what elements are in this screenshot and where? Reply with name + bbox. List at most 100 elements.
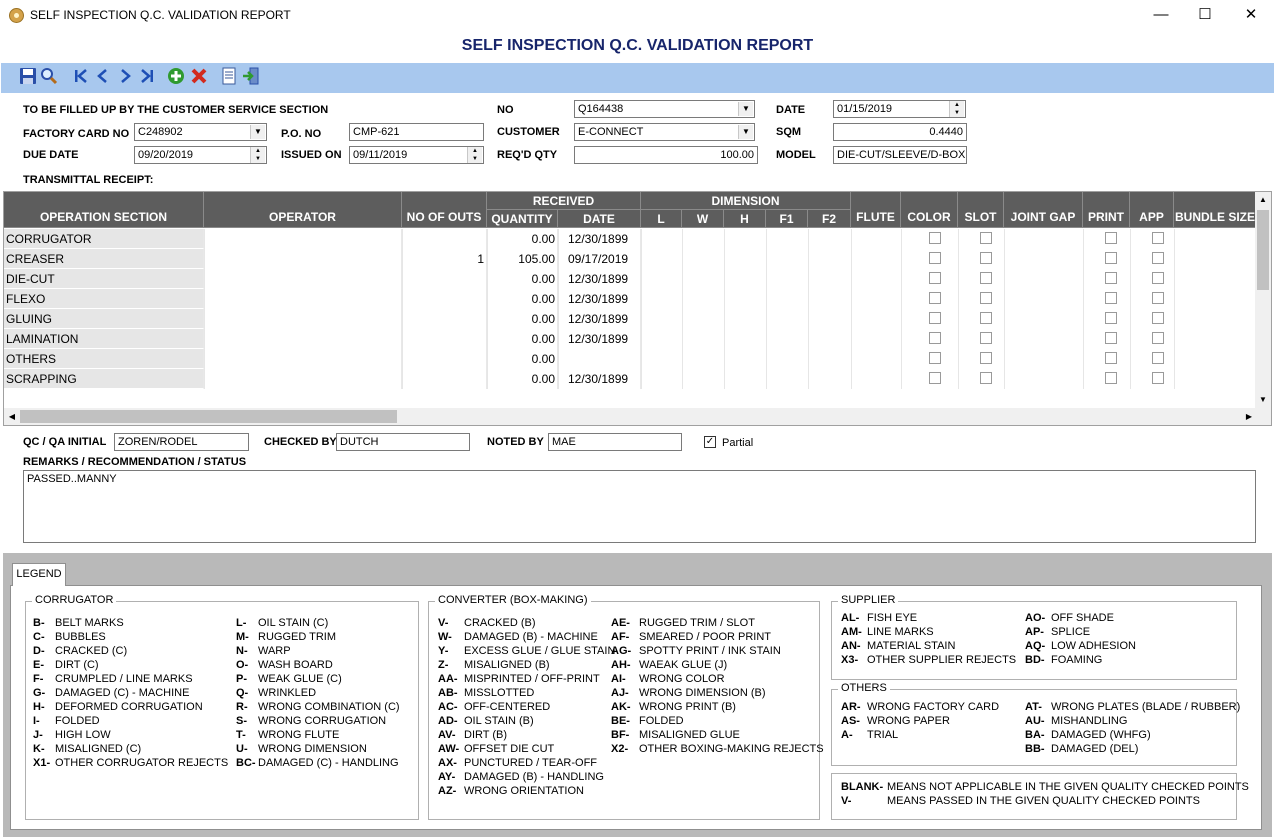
outs-cell[interactable] [402,329,487,349]
table-row[interactable]: OTHERS 0.00 [4,349,1257,369]
grid-checkbox[interactable] [1152,292,1164,304]
outs-cell[interactable] [402,369,487,389]
grid-checkbox[interactable] [1105,372,1117,384]
spin-icon[interactable]: ▲ ▼ [949,101,964,117]
reqd-qty-field[interactable]: 100.00 [574,146,758,164]
delete-icon[interactable] [188,67,209,89]
operation-section-cell[interactable]: CREASER [4,249,204,269]
grid-checkbox[interactable] [1105,312,1117,324]
grid-checkbox[interactable] [980,332,992,344]
next-record-icon[interactable] [114,67,135,89]
table-row[interactable]: SCRAPPING 0.00 12/30/1899 [4,369,1257,389]
col-w[interactable]: W [682,210,724,228]
grid-checkbox[interactable] [1105,232,1117,244]
horizontal-scroll-thumb[interactable] [20,410,397,423]
col-date[interactable]: DATE [558,210,641,228]
issued-on-field[interactable]: 09/11/2019 ▲ ▼ [349,146,484,164]
close-button[interactable]: ✕ [1228,0,1274,30]
operation-section-cell[interactable]: LAMINATION [4,329,204,349]
grid-checkbox[interactable] [929,352,941,364]
date-cell[interactable]: 12/30/1899 [558,289,641,309]
col-l[interactable]: L [641,210,682,228]
operator-cell[interactable] [204,309,402,329]
col-operation-section[interactable]: OPERATION SECTION [4,192,204,228]
date-field[interactable]: 01/15/2019 ▲ ▼ [833,100,966,118]
quantity-cell[interactable]: 0.00 [487,289,558,309]
table-row[interactable]: CREASER 1 105.00 09/17/2019 [4,249,1257,269]
grid-checkbox[interactable] [1105,272,1117,284]
table-row[interactable]: GLUING 0.00 12/30/1899 [4,309,1257,329]
quantity-cell[interactable]: 0.00 [487,229,558,249]
minimize-button[interactable]: — [1138,0,1184,30]
grid-checkbox[interactable] [929,252,941,264]
operation-section-cell[interactable]: SCRAPPING [4,369,204,389]
quantity-cell[interactable]: 0.00 [487,369,558,389]
scroll-right-icon[interactable]: ▶ [1241,408,1257,425]
date-cell[interactable]: 12/30/1899 [558,369,641,389]
operator-cell[interactable] [204,349,402,369]
table-row[interactable]: LAMINATION 0.00 12/30/1899 [4,329,1257,349]
col-h[interactable]: H [724,210,766,228]
model-field[interactable]: DIE-CUT/SLEEVE/D-BOX [833,146,967,164]
grid-checkbox[interactable] [929,272,941,284]
operation-section-cell[interactable]: DIE-CUT [4,269,204,289]
grid-checkbox[interactable] [929,332,941,344]
no-combo[interactable]: Q164438 ▼ [574,100,755,118]
operation-section-cell[interactable]: CORRUGATOR [4,229,204,249]
grid-checkbox[interactable] [929,292,941,304]
previous-record-icon[interactable] [92,67,113,89]
table-row[interactable]: CORRUGATOR 0.00 12/30/1899 [4,229,1257,249]
qc-initial-field[interactable]: ZOREN/RODEL [114,433,249,451]
scroll-up-icon[interactable]: ▲ [1255,192,1271,208]
due-date-field[interactable]: 09/20/2019 ▲ ▼ [134,146,267,164]
col-f1[interactable]: F1 [766,210,808,228]
quantity-cell[interactable]: 0.00 [487,269,558,289]
date-cell[interactable]: 12/30/1899 [558,229,641,249]
sqm-field[interactable]: 0.4440 [833,123,967,141]
col-app[interactable]: APP [1130,192,1174,228]
operation-grid[interactable]: OPERATION SECTION OPERATOR NO OF OUTS RE… [3,191,1272,426]
operator-cell[interactable] [204,369,402,389]
col-quantity[interactable]: QUANTITY [487,210,558,228]
scroll-left-icon[interactable]: ◀ [4,408,20,425]
chevron-down-icon[interactable]: ▼ [250,125,265,139]
grid-checkbox[interactable] [980,292,992,304]
grid-checkbox[interactable] [980,352,992,364]
report-icon[interactable] [218,67,239,89]
grid-checkbox[interactable] [1152,312,1164,324]
table-row[interactable]: FLEXO 0.00 12/30/1899 [4,289,1257,309]
outs-cell[interactable] [402,229,487,249]
vertical-scrollbar[interactable]: ▲ ▼ [1255,192,1271,409]
grid-checkbox[interactable] [1152,272,1164,284]
save-icon[interactable] [17,67,38,89]
table-row[interactable]: DIE-CUT 0.00 12/30/1899 [4,269,1257,289]
operator-cell[interactable] [204,229,402,249]
first-record-icon[interactable] [70,67,91,89]
partial-checkbox[interactable]: ✓ [704,436,716,448]
date-cell[interactable] [558,349,641,369]
exit-icon[interactable] [240,67,261,89]
outs-cell[interactable] [402,349,487,369]
quantity-cell[interactable]: 105.00 [487,249,558,269]
grid-checkbox[interactable] [980,252,992,264]
col-color[interactable]: COLOR [901,192,958,228]
col-print[interactable]: PRINT [1083,192,1130,228]
operator-cell[interactable] [204,269,402,289]
chevron-down-icon[interactable]: ▼ [738,125,753,139]
last-record-icon[interactable] [136,67,157,89]
col-slot[interactable]: SLOT [958,192,1004,228]
operator-cell[interactable] [204,329,402,349]
tab-legend[interactable]: LEGEND [12,563,66,586]
chevron-down-icon[interactable]: ▼ [738,102,753,116]
factory-card-combo[interactable]: C248902 ▼ [134,123,267,141]
outs-cell[interactable]: 1 [402,249,487,269]
col-flute[interactable]: FLUTE [851,192,901,228]
vertical-scroll-thumb[interactable] [1257,210,1269,290]
grid-checkbox[interactable] [1152,332,1164,344]
grid-checkbox[interactable] [1152,372,1164,384]
operator-cell[interactable] [204,289,402,309]
grid-checkbox[interactable] [980,272,992,284]
spin-icon[interactable]: ▲ ▼ [250,147,265,163]
grid-checkbox[interactable] [1105,352,1117,364]
operation-section-cell[interactable]: OTHERS [4,349,204,369]
